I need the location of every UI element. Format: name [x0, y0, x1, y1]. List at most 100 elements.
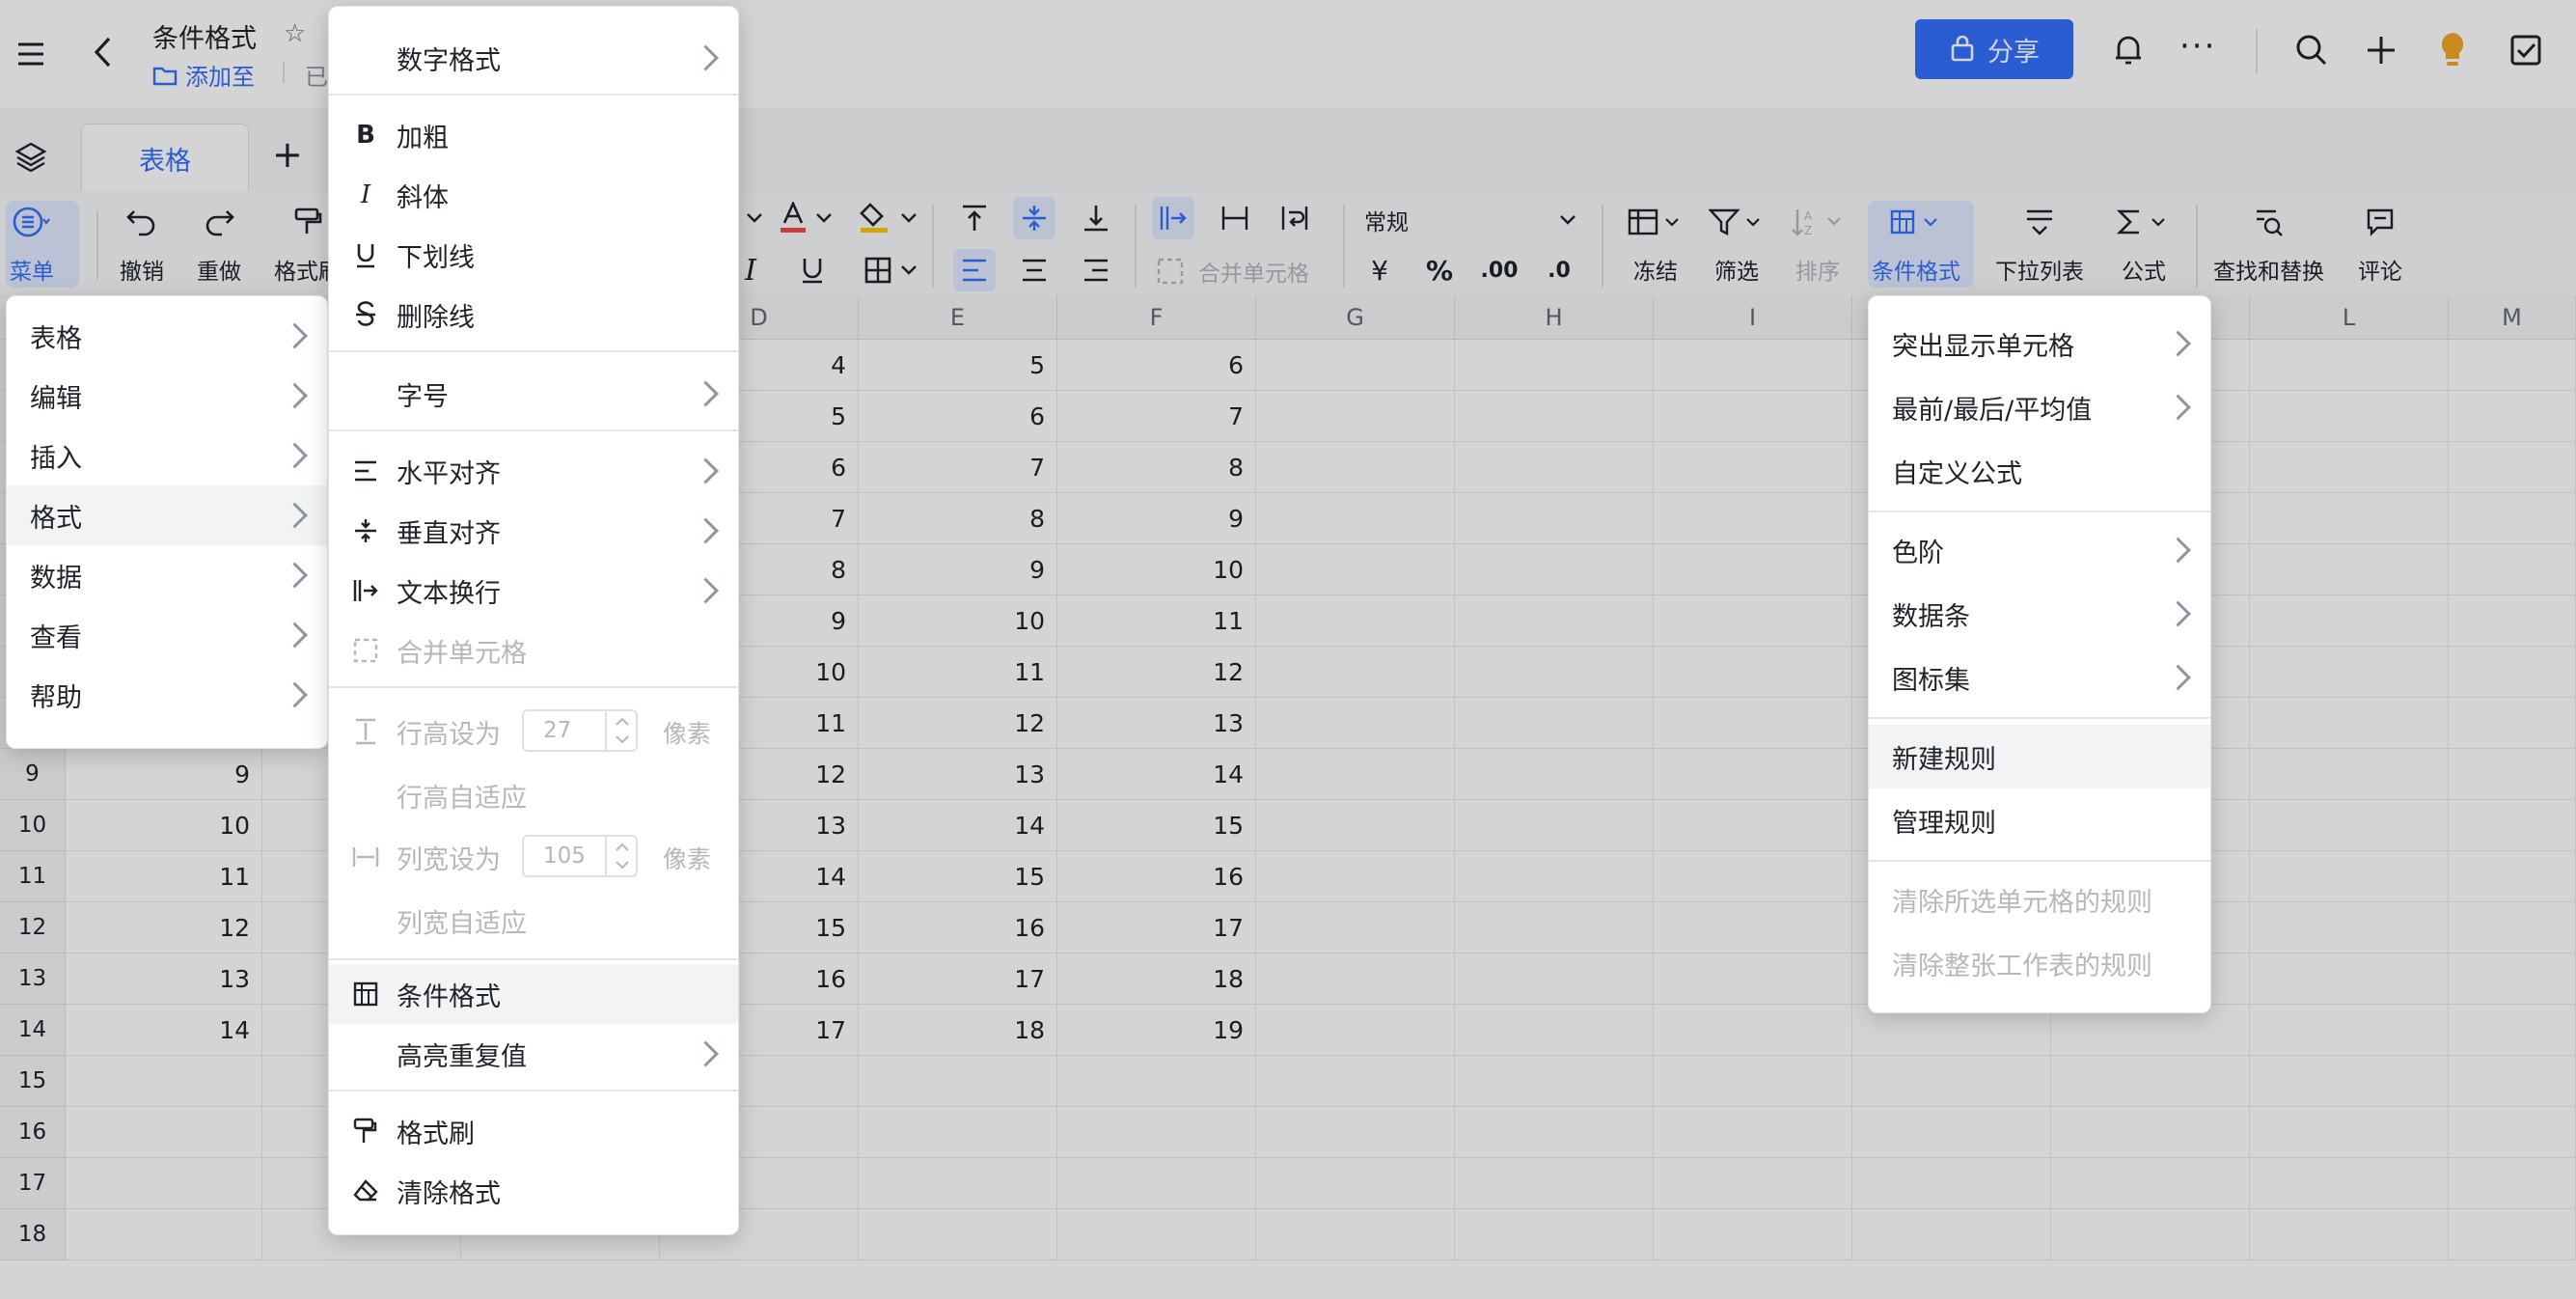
menu-item-label: 清除所选单元格的规则 [1892, 887, 2152, 918]
menu-item-label: 自定义公式 [1892, 458, 2022, 489]
main-menu-item[interactable]: 表格 [7, 306, 327, 366]
menu-item-label: 格式刷 [397, 1119, 475, 1149]
menu-item-conditional-format[interactable]: 条件格式 [329, 964, 738, 1024]
col-width-unit: 像素 [663, 845, 712, 873]
menu-item-col-autofit[interactable]: 列宽自适应 [329, 889, 738, 953]
menu-item-clear-format[interactable]: 清除格式 [329, 1161, 738, 1221]
separator [329, 94, 738, 96]
underline-icon [350, 239, 381, 270]
text-wrap-icon [350, 575, 381, 606]
menu-item-label: 字号 [397, 381, 449, 412]
menu-item-underline[interactable]: 下划线 [329, 225, 738, 285]
menu-item-horizontal-align[interactable]: 水平对齐 [329, 441, 738, 501]
conditional-format-submenu: 突出显示单元格 最前/最后/平均值 自定义公式 色阶 数据条 图标集 新建规则 … [1868, 295, 2211, 1013]
menu-item-clear-sheet-rules[interactable]: 清除整张工作表的规则 [1869, 931, 2210, 995]
menu-item-color-scale[interactable]: 色阶 [1869, 518, 2210, 582]
main-menu-item[interactable]: 插入 [7, 426, 327, 485]
main-menu-item[interactable]: 查看 [7, 605, 327, 665]
menu-item-label: 编辑 [30, 383, 82, 414]
main-menu-item[interactable]: 编辑 [7, 366, 327, 426]
chevron-right-icon [282, 382, 308, 409]
menu-item-label: 删除线 [397, 302, 475, 333]
menu-item-label: 斜体 [397, 182, 449, 213]
menu-item-strikethrough[interactable]: 删除线 [329, 285, 738, 345]
menu-item-label: 水平对齐 [397, 458, 501, 489]
italic-icon: I [360, 180, 371, 209]
col-width-icon [350, 842, 381, 872]
menu-item-data-bar[interactable]: 数据条 [1869, 582, 2210, 646]
menu-item-label: 表格 [30, 323, 82, 354]
separator [329, 686, 738, 688]
chevron-right-icon [2165, 537, 2191, 564]
menu-item-format-painter[interactable]: 格式刷 [329, 1101, 738, 1161]
menu-item-label: 清除整张工作表的规则 [1892, 951, 2152, 981]
menu-item-label: 新建规则 [1892, 744, 1996, 775]
chevron-right-icon [2165, 330, 2191, 357]
menu-item-label: 数据条 [1892, 601, 1970, 632]
menu-item-label: 突出显示单元格 [1892, 331, 2074, 362]
menu-item-font-size[interactable]: 字号 [329, 364, 738, 424]
menu-item-label: 管理规则 [1892, 808, 1996, 839]
main-menu-item[interactable]: 帮助 [7, 665, 327, 725]
menu-item-label: 列宽自适应 [397, 908, 527, 939]
menu-item-label: 查看 [30, 622, 82, 653]
vertical-align-icon [350, 515, 381, 546]
horizontal-align-icon [350, 456, 381, 486]
main-menu-item[interactable]: 格式 [7, 485, 327, 545]
menu-item-italic[interactable]: I 斜体 [329, 165, 738, 225]
menu-item-custom-formula[interactable]: 自定义公式 [1869, 439, 2210, 503]
separator [329, 958, 738, 960]
main-menu: 表格编辑插入格式数据查看帮助 [6, 295, 328, 749]
col-width-stepper[interactable] [605, 837, 638, 875]
chevron-right-icon [693, 380, 719, 407]
col-width-value: 105 [543, 843, 586, 869]
chevron-right-icon [2165, 394, 2191, 421]
separator [1869, 511, 2210, 512]
separator [329, 429, 738, 431]
menu-item-highlight-cells[interactable]: 突出显示单元格 [1869, 312, 2210, 375]
menu-item-vertical-align[interactable]: 垂直对齐 [329, 501, 738, 561]
menu-item-icon-set[interactable]: 图标集 [1869, 646, 2210, 709]
menu-item-text-wrap[interactable]: 文本换行 [329, 561, 738, 621]
row-height-stepper[interactable] [605, 711, 638, 750]
chevron-right-icon [693, 517, 719, 544]
menu-item-label: 格式 [30, 503, 82, 534]
menu-item-label: 清除格式 [397, 1178, 501, 1209]
chevron-right-icon [693, 1040, 719, 1067]
menu-item-label: 加粗 [397, 123, 449, 153]
format-submenu: 数字格式 B 加粗 I 斜体 下划线 删除线 字号 水平对齐 垂直对齐 文本换行 [328, 6, 739, 1235]
menu-item-label: 图标集 [1892, 665, 1970, 696]
chevron-right-icon [693, 44, 719, 71]
chevron-right-icon [693, 457, 719, 484]
separator [1869, 717, 2210, 719]
menu-item-label: 最前/最后/平均值 [1892, 395, 2093, 426]
menu-item-label: 色阶 [1892, 538, 1944, 568]
separator [329, 350, 738, 352]
menu-item-label: 高亮重复值 [397, 1041, 527, 1072]
chevron-right-icon [282, 622, 308, 649]
menu-item-highlight-duplicates[interactable]: 高亮重复值 [329, 1024, 738, 1084]
menu-item-label: 列宽设为 [397, 844, 501, 875]
menu-item-label: 下划线 [397, 242, 475, 273]
menu-item-new-rule[interactable]: 新建规则 [1869, 725, 2210, 788]
main-menu-item[interactable]: 数据 [7, 545, 327, 605]
menu-item-row-autofit[interactable]: 行高自适应 [329, 763, 738, 827]
chevron-right-icon [2165, 664, 2191, 691]
menu-item-merge-cells[interactable]: 合并单元格 [329, 621, 738, 680]
menu-item-bold[interactable]: B 加粗 [329, 105, 738, 165]
menu-item-label: 垂直对齐 [397, 518, 501, 549]
merge-icon [350, 635, 381, 666]
separator [1869, 860, 2210, 862]
menu-item-clear-selected-rules[interactable]: 清除所选单元格的规则 [1869, 868, 2210, 931]
menu-item-number-format[interactable]: 数字格式 [329, 28, 738, 88]
menu-item-label: 行高自适应 [397, 783, 527, 814]
conditional-format-icon [350, 979, 381, 1009]
chevron-right-icon [282, 322, 308, 349]
menu-item-top-bottom-average[interactable]: 最前/最后/平均值 [1869, 375, 2210, 439]
chevron-right-icon [282, 442, 308, 469]
menu-item-manage-rules[interactable]: 管理规则 [1869, 788, 2210, 852]
menu-item-label: 数字格式 [397, 45, 501, 76]
menu-item-label: 文本换行 [397, 578, 501, 609]
bold-icon: B [356, 121, 375, 150]
menu-item-label: 合并单元格 [397, 638, 527, 669]
